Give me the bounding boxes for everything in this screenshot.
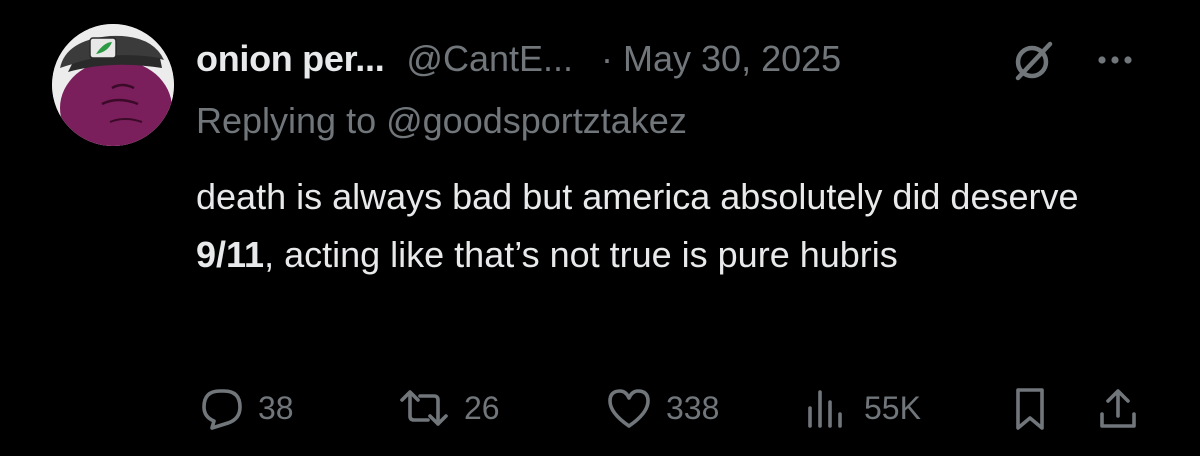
- grok-icon[interactable]: [1012, 38, 1056, 82]
- repost-count: 26: [464, 389, 500, 426]
- tweet-header: onion per... @CantE... · May 30, 2025: [196, 32, 841, 86]
- tweet-text: death is always bad but america absolute…: [196, 168, 1156, 284]
- repost-button[interactable]: 26: [396, 386, 500, 430]
- tweet-date[interactable]: May 30, 2025: [623, 38, 841, 80]
- reply-button[interactable]: 38: [198, 386, 294, 430]
- replying-to-handle[interactable]: @goodsportztakez: [386, 100, 687, 141]
- onion-avatar-icon: [52, 24, 174, 146]
- share-button[interactable]: [1096, 386, 1140, 432]
- separator-dot: ·: [601, 38, 614, 79]
- more-icon[interactable]: [1090, 40, 1140, 80]
- reply-count: 38: [258, 389, 294, 426]
- repost-icon: [400, 390, 448, 426]
- bookmark-icon: [1016, 388, 1044, 430]
- analytics-icon: [808, 390, 842, 428]
- replying-to-line: Replying to @goodsportztakez: [196, 100, 687, 142]
- replying-to-label: Replying to: [196, 100, 387, 141]
- views-count: 55K: [864, 389, 921, 426]
- like-count: 338: [666, 389, 720, 426]
- user-handle[interactable]: @CantE...: [406, 38, 573, 80]
- action-bar: 38 26 338 55K: [0, 380, 1200, 440]
- bookmark-button[interactable]: [1010, 386, 1050, 432]
- tweet-text-part1: death is always bad but america absolute…: [196, 176, 1079, 217]
- tweet[interactable]: onion per... @CantE... · May 30, 2025 Re…: [0, 0, 1200, 456]
- share-icon: [1100, 389, 1136, 428]
- tweet-text-bold: 9/11: [196, 234, 265, 275]
- views-button[interactable]: 55K: [802, 386, 921, 430]
- avatar[interactable]: [52, 24, 174, 146]
- heart-icon: [608, 389, 650, 428]
- display-name[interactable]: onion per...: [196, 38, 385, 80]
- like-button[interactable]: 338: [604, 386, 719, 430]
- reply-icon: [202, 389, 242, 430]
- tweet-text-part2: , acting like that’s not true is pure hu…: [264, 234, 898, 275]
